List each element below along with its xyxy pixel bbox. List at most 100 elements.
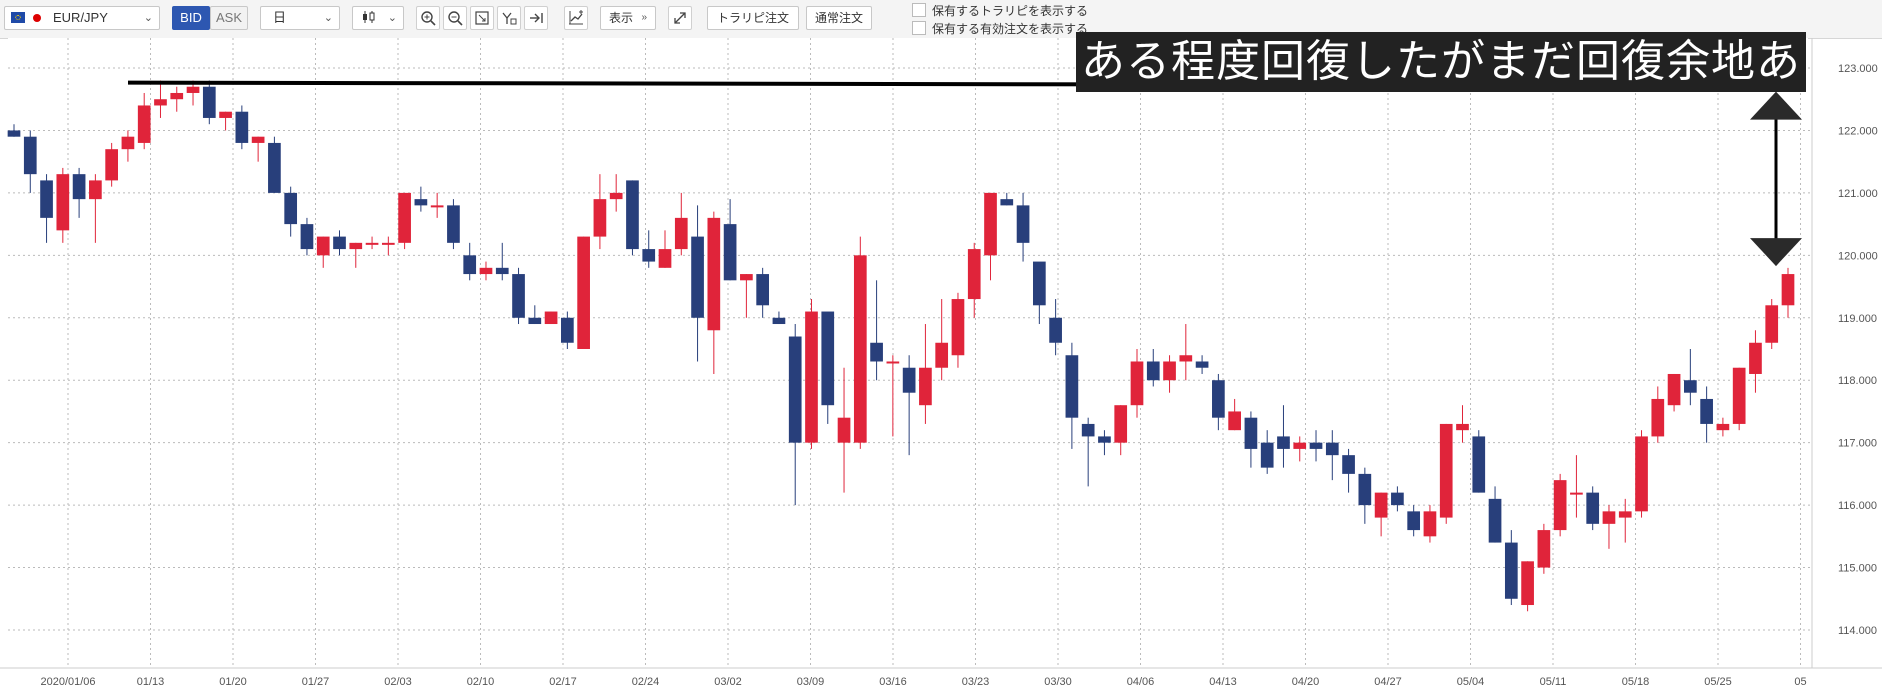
ask-button[interactable]: ASK: [210, 6, 248, 30]
candle-body: [577, 236, 590, 349]
show-trail-label: 保有するトラリピを表示する: [932, 4, 1089, 18]
candle-body: [1309, 442, 1323, 449]
bid-button[interactable]: BID: [172, 6, 210, 30]
eu-flag-icon: [11, 12, 25, 23]
candle: [1586, 486, 1600, 531]
period-select[interactable]: 日 ⌄: [260, 6, 340, 30]
candle-body: [300, 224, 314, 250]
candle: [235, 105, 249, 150]
candle-body: [186, 86, 200, 93]
candle-body: [268, 142, 281, 193]
candle-body: [886, 361, 900, 364]
display-label: 表示: [609, 11, 634, 25]
annotation-banner: ある程度回復したがまだ回復余地あり: [1076, 32, 1806, 146]
candle-body: [1749, 342, 1762, 374]
candle-body: [1260, 442, 1274, 468]
candle: [1635, 430, 1648, 518]
x-tick-label: 01/27: [302, 676, 330, 688]
x-tick-label: 04/13: [1209, 676, 1237, 688]
candle-body: [316, 236, 330, 256]
indicator-icon[interactable]: [564, 6, 588, 30]
x-tick-label: 02/03: [384, 676, 412, 688]
candle-body: [284, 192, 298, 225]
candle: [1521, 561, 1534, 612]
y-tick-label: 119.000: [1838, 313, 1877, 325]
candle-body: [1000, 199, 1014, 206]
candle-body: [56, 174, 70, 231]
candle-body: [528, 317, 542, 325]
zoom-in-icon[interactable]: [416, 6, 440, 30]
candle: [512, 267, 525, 325]
candle-body: [1439, 423, 1453, 518]
x-tick-label: 2020/01/06: [40, 676, 95, 688]
candle: [1439, 423, 1453, 524]
candle-body: [805, 311, 818, 443]
x-tick-label: 01/13: [137, 676, 165, 688]
y-tick-label: 123.000: [1838, 63, 1878, 75]
candle-body: [1228, 411, 1241, 431]
chart-type-select[interactable]: ⌄: [352, 6, 404, 30]
candle-body: [609, 192, 623, 200]
candle-body: [1277, 436, 1290, 449]
candle-body: [72, 174, 86, 200]
fullscreen-icon[interactable]: [668, 6, 692, 30]
show-trail-checkbox[interactable]: [912, 3, 926, 17]
x-tick-label: 01/20: [219, 676, 247, 688]
symbol-select[interactable]: EUR/JPY ⌄: [4, 6, 160, 30]
x-axis: 2020/01/06 01/13 01/20 01/27 02/03 02/10 02/17…: [0, 667, 1882, 688]
normal-order-button[interactable]: 通常注文: [806, 6, 872, 30]
zoom-area-icon[interactable]: [470, 6, 494, 30]
candle-body: [1618, 511, 1632, 518]
x-tick-label: 02/10: [467, 676, 495, 688]
x-tick-label: 02/24: [632, 676, 660, 688]
candle-body: [1407, 511, 1421, 531]
show-orders-label: 保有する有効注文を表示する: [932, 22, 1089, 36]
candle-body: [40, 180, 53, 218]
candle-body: [1521, 561, 1534, 606]
show-orders-checkbox[interactable]: [912, 21, 926, 35]
candle-body: [1488, 498, 1502, 543]
candle-body: [1504, 542, 1518, 599]
candle-body: [1081, 423, 1095, 437]
zoom-out-icon[interactable]: [443, 6, 467, 30]
candle-body: [870, 342, 883, 362]
display-menu[interactable]: 表示 »: [600, 6, 656, 30]
candle-body: [1635, 436, 1648, 512]
candle-body: [333, 236, 346, 250]
candle-body: [1586, 492, 1600, 524]
candle-body: [512, 274, 525, 318]
trail-order-button[interactable]: トラリピ注文: [707, 6, 799, 30]
x-tick-label: 04/27: [1374, 676, 1402, 688]
candle-body: [1472, 436, 1486, 493]
candle-body: [740, 274, 753, 281]
x-tick-label: 03/16: [879, 676, 907, 688]
candle: [577, 236, 590, 349]
candle-body: [1163, 361, 1176, 381]
x-tick-label: 04/06: [1127, 676, 1155, 688]
candle: [805, 299, 818, 449]
candle-body: [1244, 417, 1258, 449]
draw-tool-icon[interactable]: [497, 6, 521, 30]
candle-body: [1423, 511, 1437, 537]
candle-body: [89, 180, 102, 200]
plot-area: [8, 38, 1808, 666]
candle-body: [1293, 442, 1307, 449]
candle-body: [1114, 405, 1128, 443]
candle-body: [1700, 398, 1713, 424]
candle-body: [381, 242, 395, 245]
candle-body: [1667, 373, 1681, 406]
symbol-label: EUR/JPY: [53, 10, 108, 25]
scroll-to-end-icon[interactable]: [524, 6, 548, 30]
candle-body: [121, 136, 135, 150]
y-tick-label: 118.000: [1838, 375, 1877, 387]
candle-body: [137, 105, 151, 143]
candle-body: [1391, 492, 1404, 506]
candle-body: [967, 249, 981, 300]
candle-body: [1016, 205, 1030, 243]
candle-body: [853, 255, 867, 443]
candle-body: [674, 217, 688, 250]
candlestick-chart[interactable]: 123.000 122.000 121.000 120.000 119.000 118.0…: [0, 38, 1882, 691]
y-tick-label: 121.000: [1838, 188, 1878, 200]
x-tick-label: 03/09: [797, 676, 825, 688]
candle-body: [365, 242, 379, 245]
